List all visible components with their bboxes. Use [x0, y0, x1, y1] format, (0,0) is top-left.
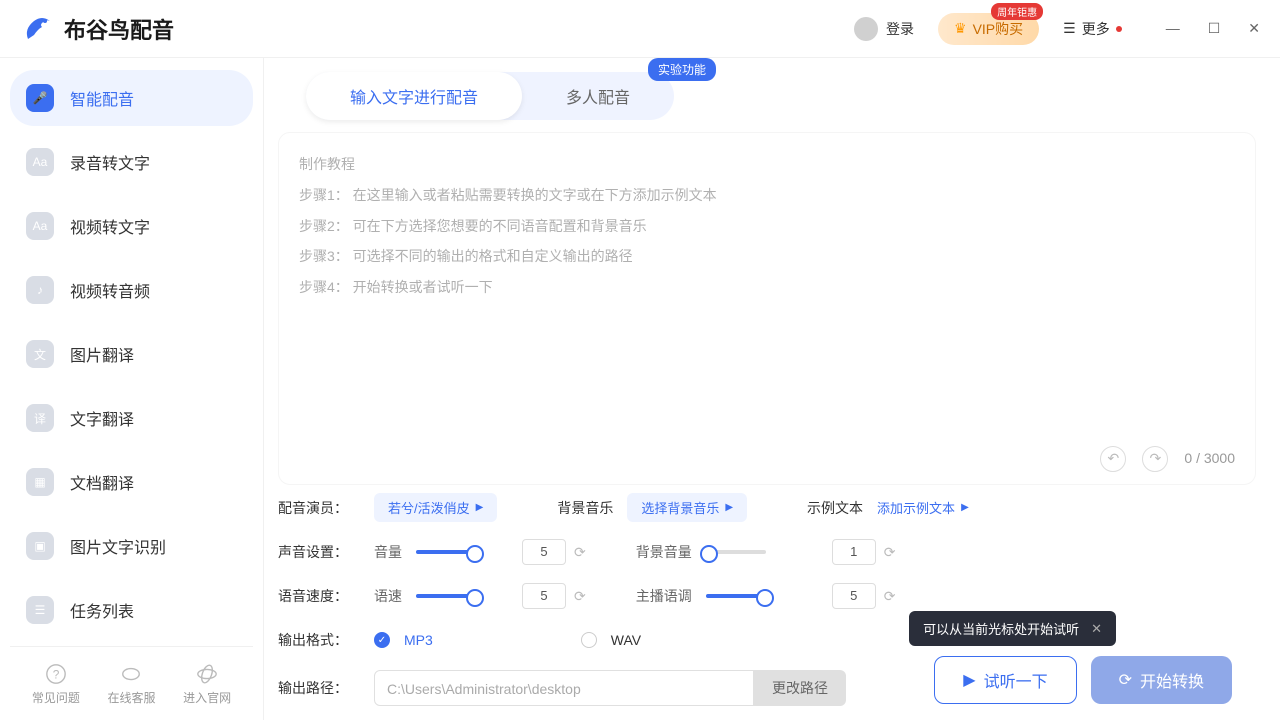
more-menu[interactable]: ☰ 更多	[1063, 19, 1122, 39]
tooltip-close-icon[interactable]: ✕	[1091, 621, 1102, 637]
sidebar-item-video-to-audio[interactable]: ♪视频转音频	[10, 262, 253, 318]
sidebar: 🎤智能配音 Aa录音转文字 Aa视频转文字 ♪视频转音频 文图片翻译 译文字翻译…	[0, 58, 264, 720]
bg-volume-label: 背景音量	[636, 542, 692, 562]
app-title: 布谷鸟配音	[64, 13, 174, 45]
tone-label: 主播语调	[636, 586, 692, 606]
headset-icon	[120, 663, 142, 685]
refresh-icon[interactable]: ⟳	[574, 544, 586, 561]
play-icon: ▶	[961, 502, 969, 513]
sidebar-item-audio-to-text[interactable]: Aa录音转文字	[10, 134, 253, 190]
change-path-button[interactable]: 更改路径	[754, 670, 846, 706]
help-icon: ?	[45, 663, 67, 685]
volume-label: 音量	[374, 542, 402, 562]
titlebar: 布谷鸟配音 登录 ♛ VIP购买 周年钜惠 ☰ 更多 — ☐ ✕	[0, 0, 1280, 58]
login-label: 登录	[886, 19, 914, 39]
path-label: 输出路径：	[278, 678, 374, 698]
stack-icon: ☰	[1063, 20, 1076, 37]
tone-slider[interactable]	[706, 594, 766, 598]
vip-crown-icon: ♛	[954, 20, 967, 37]
vip-promo-badge: 周年钜惠	[991, 3, 1043, 20]
refresh-icon[interactable]: ⟳	[884, 544, 896, 561]
char-counter: 0 / 3000	[1184, 443, 1235, 474]
speed-value[interactable]: 5	[522, 583, 566, 609]
actor-label: 配音演员：	[278, 498, 374, 518]
play-icon: ▶	[963, 670, 975, 690]
tutorial-heading: 制作教程	[299, 149, 1235, 180]
volume-slider[interactable]	[416, 550, 476, 554]
speed-setting-label: 语音速度：	[278, 586, 374, 606]
sound-setting-label: 声音设置：	[278, 542, 374, 562]
bg-volume-value[interactable]: 1	[832, 539, 876, 565]
wave-icon: ♪	[26, 276, 54, 304]
aa-icon: Aa	[26, 212, 54, 240]
format-mp3-radio[interactable]	[374, 632, 390, 648]
mic-icon: 🎤	[26, 84, 54, 112]
redo-icon[interactable]: ↷	[1142, 446, 1168, 472]
play-icon: ▶	[476, 502, 484, 513]
bgm-select[interactable]: 选择背景音乐▶	[627, 493, 747, 522]
notification-dot-icon	[1116, 26, 1122, 32]
more-label: 更多	[1082, 19, 1110, 39]
bg-volume-slider[interactable]	[706, 550, 766, 554]
refresh-icon[interactable]: ⟳	[574, 588, 586, 605]
website-link[interactable]: 进入官网	[183, 663, 231, 706]
output-path-input[interactable]: C:\Users\Administrator\desktop	[374, 670, 754, 706]
format-wav-label: WAV	[611, 632, 641, 648]
speed-label: 语速	[374, 586, 402, 606]
actor-select[interactable]: 若兮/活泼俏皮▶	[374, 493, 497, 522]
experimental-badge: 实验功能	[648, 58, 716, 81]
svg-text:?: ?	[53, 668, 60, 682]
format-wav-radio[interactable]	[581, 632, 597, 648]
format-label: 输出格式：	[278, 630, 374, 650]
sidebar-item-video-to-text[interactable]: Aa视频转文字	[10, 198, 253, 254]
tab-text-input[interactable]: 输入文字进行配音	[306, 72, 522, 120]
close-button[interactable]: ✕	[1248, 20, 1260, 37]
login-button[interactable]: 登录	[854, 17, 914, 41]
bgm-label: 背景音乐	[557, 498, 613, 518]
vip-label: VIP购买	[973, 19, 1024, 39]
undo-icon[interactable]: ↶	[1100, 446, 1126, 472]
convert-icon: ⟳	[1119, 670, 1132, 690]
input-mode-tabs: 输入文字进行配音 多人配音 实验功能	[306, 72, 674, 120]
refresh-icon[interactable]: ⟳	[884, 588, 896, 605]
bird-logo-icon	[20, 11, 56, 47]
sidebar-item-text-translate[interactable]: 译文字翻译	[10, 390, 253, 446]
preview-tooltip: 可以从当前光标处开始试听 ✕	[909, 611, 1116, 646]
speed-slider[interactable]	[416, 594, 476, 598]
sidebar-item-image-translate[interactable]: 文图片翻译	[10, 326, 253, 382]
tab-multi-voice[interactable]: 多人配音	[522, 72, 674, 120]
support-link[interactable]: 在线客服	[107, 663, 155, 706]
translate-icon: 译	[26, 404, 54, 432]
list-icon: ☰	[26, 596, 54, 624]
minimize-button[interactable]: —	[1166, 20, 1180, 37]
tutorial-step-3: 步骤3： 可选择不同的输出的格式和自定义输出的路径	[299, 241, 1235, 272]
translate-icon: 文	[26, 340, 54, 368]
faq-link[interactable]: ?常见问题	[32, 663, 80, 706]
maximize-button[interactable]: ☐	[1208, 20, 1221, 37]
globe-icon	[196, 663, 218, 685]
sample-label: 示例文本	[807, 498, 863, 518]
tutorial-step-4: 步骤4： 开始转换或者试听一下	[299, 272, 1235, 303]
aa-icon: Aa	[26, 148, 54, 176]
sidebar-item-ocr[interactable]: ▣图片文字识别	[10, 518, 253, 574]
tooltip-text: 可以从当前光标处开始试听	[923, 619, 1079, 638]
sidebar-item-tasks[interactable]: ☰任务列表	[10, 582, 253, 638]
sidebar-item-smart-dub[interactable]: 🎤智能配音	[10, 70, 253, 126]
tutorial-step-1: 步骤1： 在这里输入或者粘贴需要转换的文字或在下方添加示例文本	[299, 180, 1235, 211]
vip-button[interactable]: ♛ VIP购买 周年钜惠	[938, 13, 1039, 45]
tone-value[interactable]: 5	[832, 583, 876, 609]
play-icon: ▶	[725, 502, 733, 513]
doc-icon: ▦	[26, 468, 54, 496]
format-mp3-label: MP3	[404, 632, 433, 648]
sidebar-item-doc-translate[interactable]: ▦文档翻译	[10, 454, 253, 510]
ocr-icon: ▣	[26, 532, 54, 560]
sample-add[interactable]: 添加示例文本▶	[877, 498, 969, 517]
convert-button[interactable]: ⟳ 开始转换	[1091, 656, 1232, 704]
tutorial-step-2: 步骤2： 可在下方选择您想要的不同语音配置和背景音乐	[299, 211, 1235, 242]
avatar-icon	[854, 17, 878, 41]
volume-value[interactable]: 5	[522, 539, 566, 565]
preview-button[interactable]: ▶ 试听一下	[934, 656, 1076, 704]
text-editor[interactable]: 制作教程 步骤1： 在这里输入或者粘贴需要转换的文字或在下方添加示例文本 步骤2…	[278, 132, 1256, 485]
app-logo: 布谷鸟配音	[20, 11, 174, 47]
